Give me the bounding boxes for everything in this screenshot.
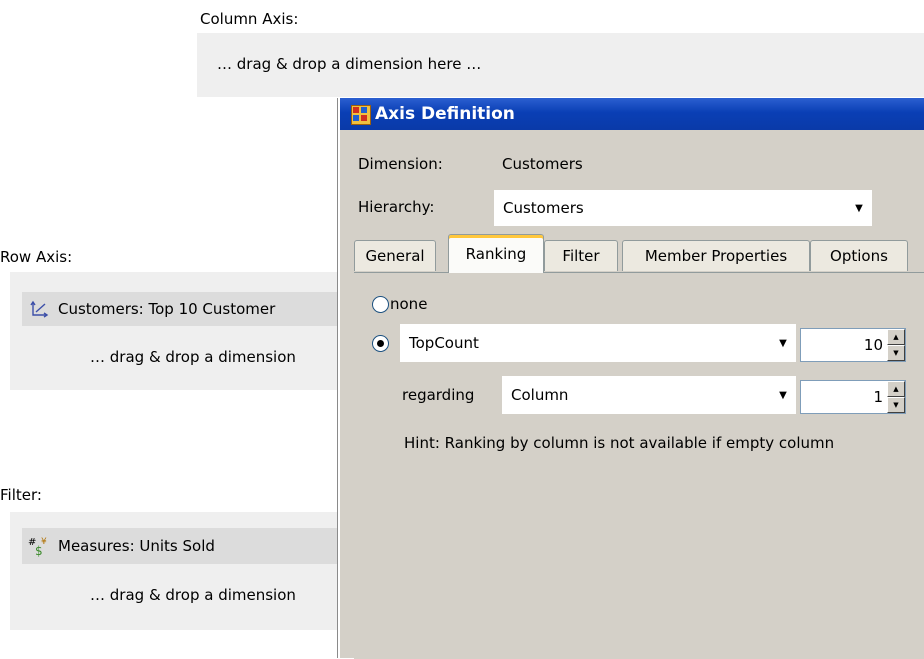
measures-icon: # $ ¥ — [28, 537, 47, 557]
column-axis-drop-hint: … drag & drop a dimension here … — [217, 55, 482, 73]
tab-member-properties[interactable]: Member Properties — [622, 240, 810, 271]
chevron-down-icon[interactable]: ▼ — [771, 377, 795, 413]
window-app-icon — [351, 105, 371, 125]
spin-down-icon[interactable]: ▼ — [887, 345, 905, 361]
regarding-select-value: Column — [511, 386, 569, 404]
dialog-title: Axis Definition — [375, 104, 515, 124]
svg-text:¥: ¥ — [41, 537, 47, 547]
regarding-index-value: 1 — [873, 388, 883, 406]
row-axis-label: Row Axis: — [0, 248, 73, 266]
filter-dropzone[interactable]: # $ ¥ Measures: Units Sold … drag & drop… — [10, 512, 340, 630]
none-radio-label: none — [390, 295, 428, 313]
tab-filter[interactable]: Filter — [544, 240, 618, 271]
count-value: 10 — [863, 336, 883, 354]
column-axis-dropzone[interactable]: … drag & drop a dimension here … — [197, 33, 924, 97]
none-radio[interactable] — [372, 296, 389, 313]
hierarchy-select-value: Customers — [503, 199, 584, 217]
chevron-down-icon[interactable]: ▼ — [847, 191, 871, 225]
dimension-value: Customers — [502, 155, 583, 173]
row-axis-drop-hint: … drag & drop a dimension — [90, 348, 296, 366]
column-axis-label: Column Axis: — [200, 10, 299, 28]
regarding-index-stepper[interactable]: 1 ▲ ▼ — [800, 380, 906, 414]
axis-icon — [30, 300, 49, 318]
filter-label: Filter: — [0, 486, 42, 504]
spin-up-icon[interactable]: ▲ — [887, 329, 905, 345]
topcount-radio[interactable] — [372, 335, 389, 352]
dimension-label: Dimension: — [358, 155, 443, 173]
axis-definition-dialog: Axis Definition Dimension: Customers Hie… — [338, 98, 924, 659]
tab-options[interactable]: Options — [810, 240, 908, 271]
chevron-down-icon[interactable]: ▼ — [771, 325, 795, 361]
count-stepper[interactable]: 10 ▲ ▼ — [800, 328, 906, 362]
regarding-select[interactable]: Column ▼ — [502, 376, 796, 414]
filter-member[interactable]: # $ ¥ Measures: Units Sold — [22, 528, 340, 564]
hierarchy-label: Hierarchy: — [358, 198, 435, 216]
regarding-stepper-arrows[interactable]: ▲ ▼ — [887, 381, 905, 413]
row-axis-member[interactable]: Customers: Top 10 Customer — [22, 292, 340, 326]
regarding-label: regarding — [402, 386, 475, 404]
hierarchy-select[interactable]: Customers ▼ — [494, 190, 872, 226]
spin-up-icon[interactable]: ▲ — [887, 381, 905, 397]
ranking-hint: Hint: Ranking by column is not available… — [404, 434, 835, 452]
tab-general[interactable]: General — [354, 240, 436, 271]
dialog-title-bar[interactable]: Axis Definition — [340, 98, 924, 130]
row-axis-member-label: Customers: Top 10 Customer — [58, 300, 276, 318]
filter-member-label: Measures: Units Sold — [58, 537, 215, 555]
row-axis-dropzone[interactable]: Customers: Top 10 Customer … drag & drop… — [10, 272, 340, 390]
spin-down-icon[interactable]: ▼ — [887, 397, 905, 413]
tab-ranking[interactable]: Ranking — [448, 234, 544, 273]
ranking-function-value: TopCount — [409, 334, 479, 352]
count-stepper-arrows[interactable]: ▲ ▼ — [887, 329, 905, 361]
ranking-function-select[interactable]: TopCount ▼ — [400, 324, 796, 362]
filter-drop-hint: … drag & drop a dimension — [90, 586, 296, 604]
